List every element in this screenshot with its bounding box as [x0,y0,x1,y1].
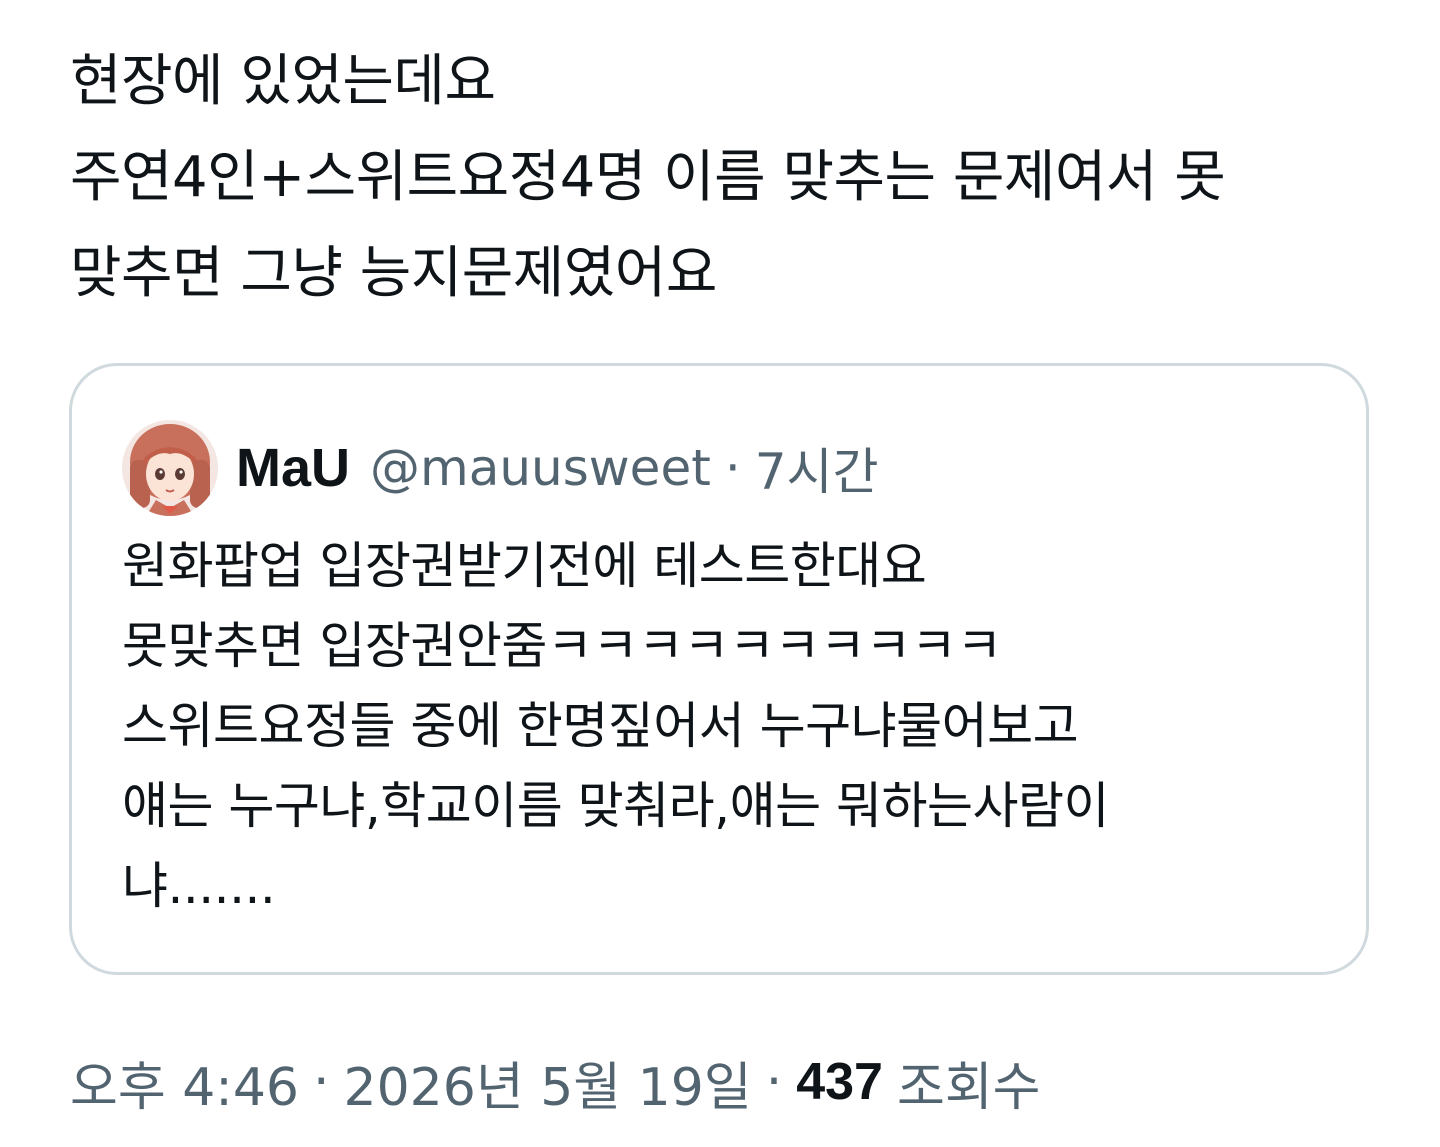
quoted-text-line: 못맞추면 입장권안줌ㅋㅋㅋㅋㅋㅋㅋㅋㅋㅋ [122,617,1002,675]
tweet-meta: 오후 4:46 · 2026년 5월 19일 · 437 조회수 [70,1044,1041,1120]
tweet-text-line: 맞추면 그냥 능지문제였어요 [70,241,717,306]
quoted-tweet-card[interactable]: MaU @mauusweet · 7시간 원화팝업 입장권받기전에 테스트한대요… [69,363,1369,975]
quoted-author-name[interactable]: MaU [236,437,350,499]
tweet-text-line: 주연4인+스위트요정4명 이름 맞추는 문제여서 못 [70,145,1226,210]
quoted-text-line: 얘는 누구냐,학교이름 맞춰라,얘는 뭐하는사람이 [122,777,1109,835]
quoted-tweet-header: MaU @mauusweet · 7시간 [122,420,879,516]
quoted-tweet-text: 원화팝업 입장권받기전에 테스트한대요 못맞추면 입장권안줌ㅋㅋㅋㅋㅋㅋㅋㅋㅋㅋ… [122,526,1342,926]
quoted-author-handle[interactable]: @mauusweet [370,439,711,497]
tweet-date[interactable]: 2026년 5월 19일 [344,1045,752,1120]
quoted-text-line: 냐....... [122,857,276,915]
tweet-text-line: 현장에 있었는데요 [70,49,496,114]
views-count: 437 [796,1053,883,1111]
views-label: 조회수 [896,1057,1041,1118]
tweet-time[interactable]: 오후 4:46 [70,1045,299,1120]
separator-dot: · [312,1052,330,1112]
separator-dot: · [765,1052,783,1112]
anime-girl-avatar-icon[interactable] [122,420,218,516]
quoted-tweet-time[interactable]: 7시간 [755,432,879,504]
tweet-text: 현장에 있었는데요 주연4인+스위트요정4명 이름 맞추는 문제여서 못 맞추면… [70,34,1400,322]
avatar-image [122,420,218,516]
separator-dot: · [724,439,741,497]
quoted-text-line: 원화팝업 입장권받기전에 테스트한대요 [122,537,927,595]
quoted-text-line: 스위트요정들 중에 한명짚어서 누구냐물어보고 [122,697,1079,755]
